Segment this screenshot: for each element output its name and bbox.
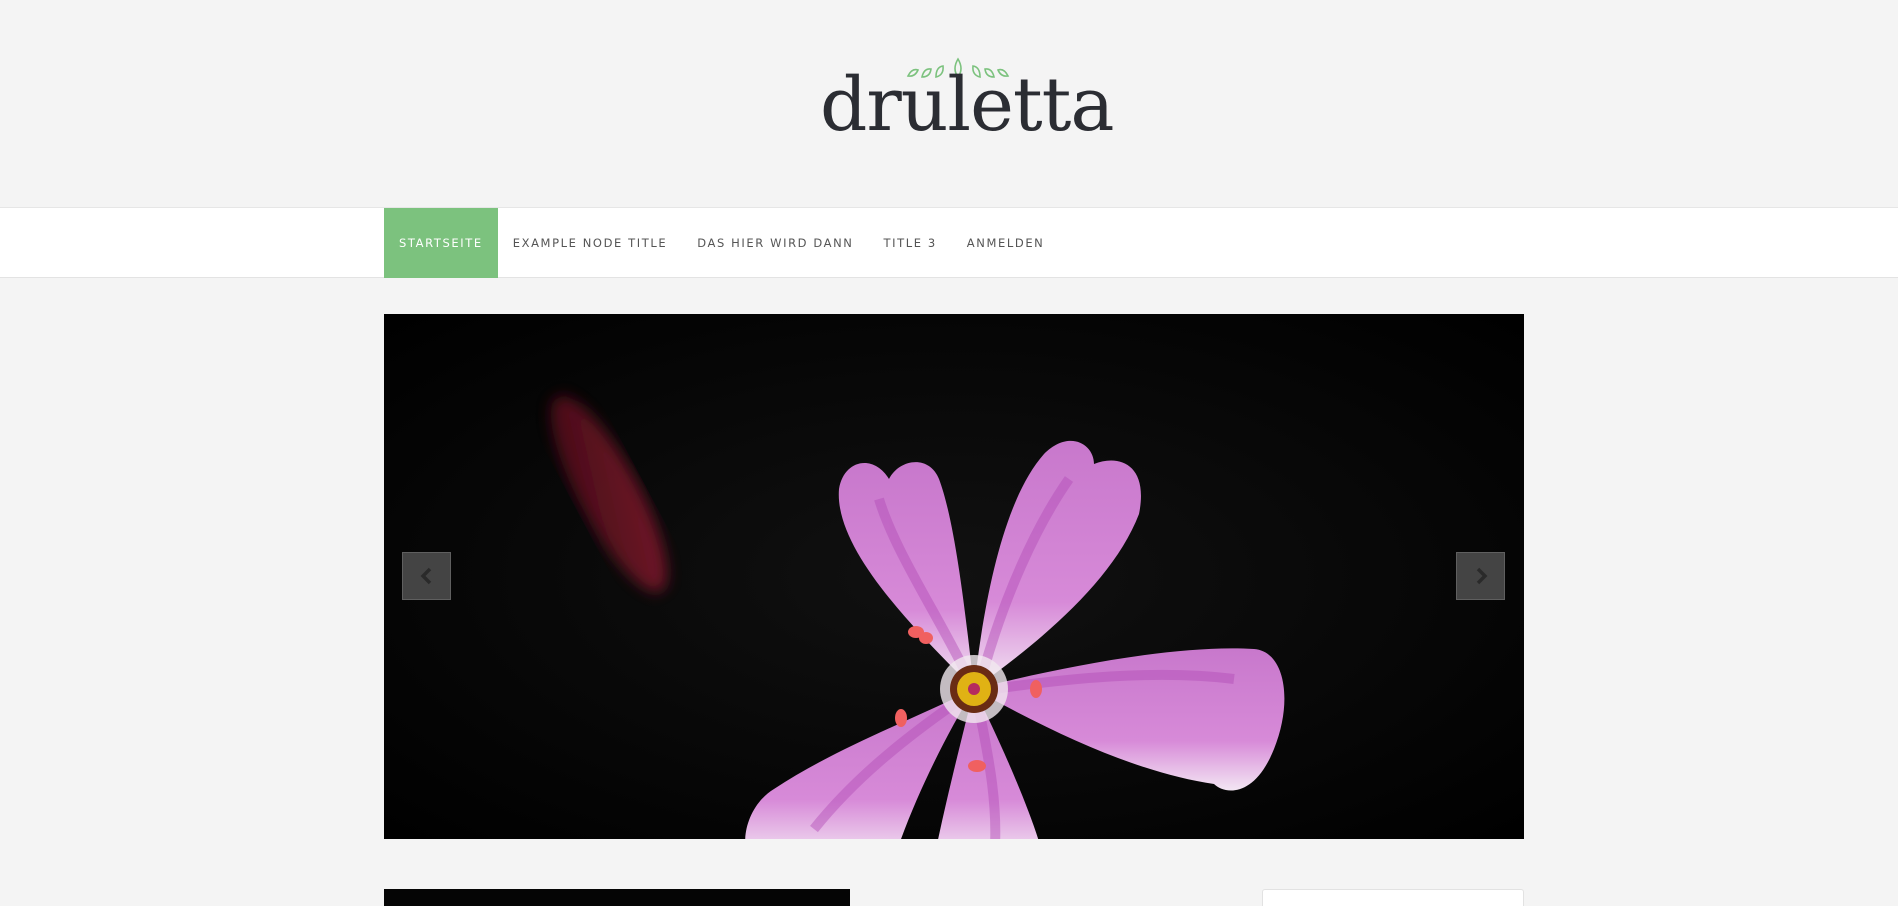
nav-item-title-3[interactable]: TITLE 3 bbox=[869, 208, 952, 278]
slider-next-button[interactable] bbox=[1456, 552, 1505, 600]
main-navigation: STARTSEITE EXAMPLE NODE TITLE DAS HIER W… bbox=[0, 207, 1898, 278]
slider-prev-button[interactable] bbox=[402, 552, 451, 600]
nav-item-example-node-title[interactable]: EXAMPLE NODE TITLE bbox=[498, 208, 683, 278]
site-header: druletta bbox=[0, 0, 1898, 207]
nav-item-anmelden[interactable]: ANMELDEN bbox=[952, 208, 1060, 278]
site-logo[interactable]: druletta bbox=[820, 50, 1114, 160]
nav-item-startseite[interactable]: STARTSEITE bbox=[384, 208, 498, 278]
pink-flower-photo bbox=[384, 314, 1524, 839]
sidebar-block bbox=[1262, 889, 1524, 906]
image-slider[interactable] bbox=[384, 314, 1524, 839]
nav-item-das-hier-wird-dann[interactable]: DAS HIER WIRD DANN bbox=[682, 208, 868, 278]
site-name: druletta bbox=[820, 62, 1114, 148]
nav-menu: STARTSEITE EXAMPLE NODE TITLE DAS HIER W… bbox=[384, 208, 1059, 278]
teaser-image[interactable] bbox=[384, 889, 850, 906]
chevron-right-icon bbox=[1476, 567, 1487, 585]
chevron-left-icon bbox=[420, 567, 431, 585]
